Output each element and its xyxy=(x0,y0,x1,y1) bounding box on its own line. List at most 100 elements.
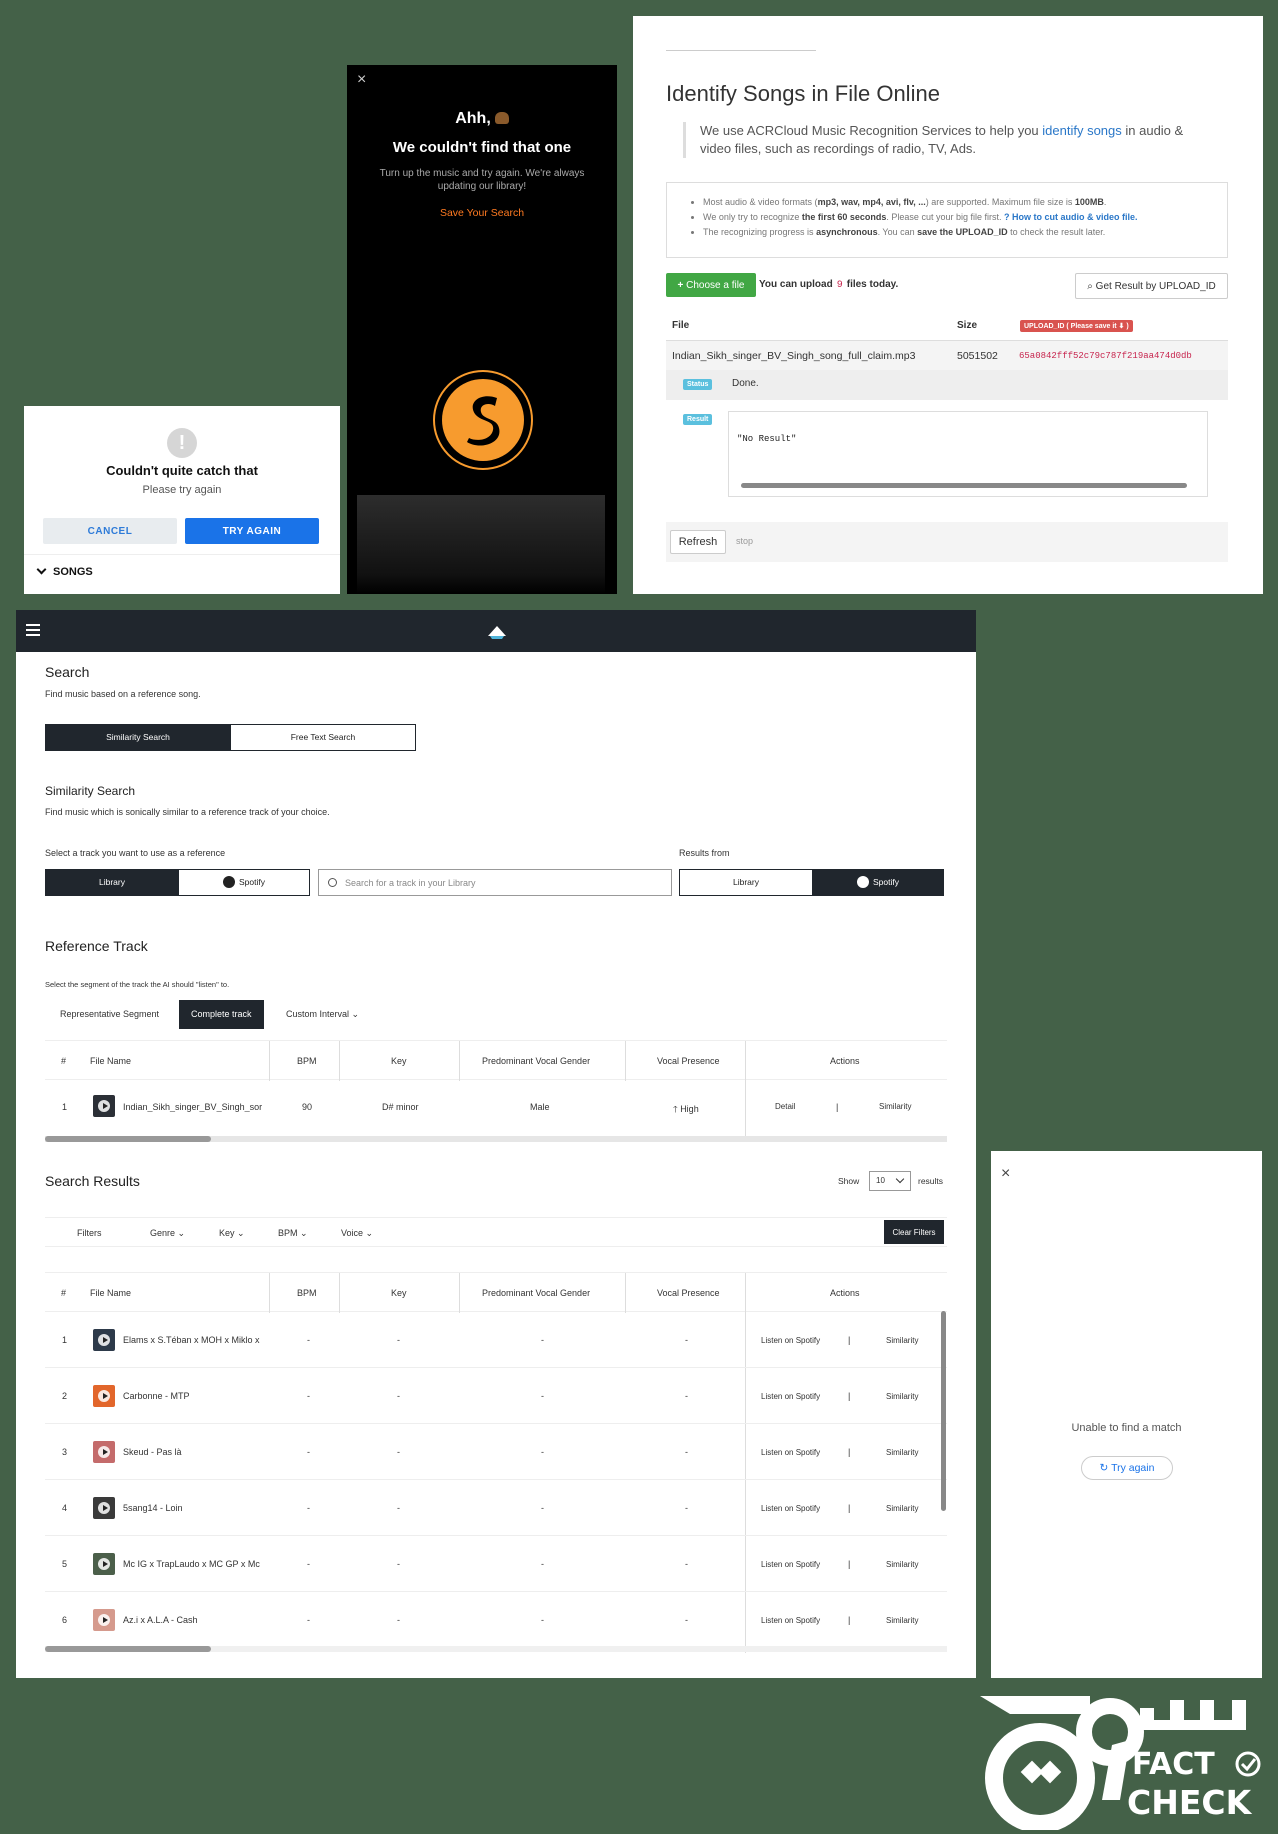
file-name: Indian_Sikh_singer_BV_Singh_song_full_cl… xyxy=(672,350,916,362)
key-filter[interactable]: Key ⌄ xyxy=(219,1228,245,1239)
upload-pre: You can upload xyxy=(759,279,833,290)
tab-similarity-search[interactable]: Similarity Search xyxy=(45,724,231,751)
similarity-link[interactable]: Similarity xyxy=(886,1336,918,1345)
track-thumbnail[interactable] xyxy=(93,1609,115,1631)
bpm-label: BPM xyxy=(278,1228,298,1238)
col-divider xyxy=(269,1041,270,1081)
horizontal-scrollbar[interactable] xyxy=(45,1136,947,1142)
col-divider xyxy=(459,1041,460,1081)
close-icon[interactable]: × xyxy=(1001,1165,1010,1183)
message: Turn up the music and try again. We're a… xyxy=(379,168,585,192)
scroll-thumb[interactable] xyxy=(45,1646,211,1652)
track-bpm: 90 xyxy=(302,1102,313,1112)
horizontal-scrollbar[interactable] xyxy=(45,1646,947,1652)
no-match-title: Couldn't quite catch that xyxy=(106,463,258,478)
horizontal-scrollbar[interactable] xyxy=(741,483,1187,488)
source-spotify-button[interactable]: Spotify xyxy=(178,869,310,896)
upload-post: files today. xyxy=(846,279,899,290)
detail-link[interactable]: Detail xyxy=(775,1102,795,1111)
bpm-filter[interactable]: BPM ⌄ xyxy=(278,1228,308,1239)
soundhound-listen-button[interactable] xyxy=(433,370,533,470)
similarity-link[interactable]: Similarity xyxy=(886,1448,918,1457)
tab-representative-segment[interactable]: Representative Segment xyxy=(48,1000,171,1029)
check-text: CHECK xyxy=(1127,1783,1253,1822)
track-vocal-presence: - xyxy=(685,1615,688,1625)
headline: We couldn't find that one xyxy=(392,139,572,156)
col-vocal-presence: Vocal Presence xyxy=(657,1056,720,1066)
listen-on-spotify-link[interactable]: Listen on Spotify xyxy=(761,1392,820,1401)
get-result-button[interactable]: ⌕ Get Result by UPLOAD_ID xyxy=(1075,273,1228,299)
shazam-no-match-card: × Unable to find a match ↻ Try again xyxy=(991,1151,1262,1678)
track-bpm: - xyxy=(307,1335,310,1345)
track-thumbnail[interactable] xyxy=(93,1497,115,1519)
track-thumbnail[interactable] xyxy=(93,1385,115,1407)
track-thumbnail[interactable] xyxy=(93,1095,115,1117)
note-formats: Most audio & video formats (mp3, wav, mp… xyxy=(703,195,1207,210)
songs-section-toggle[interactable]: SONGS xyxy=(36,564,93,578)
listen-on-spotify-link[interactable]: Listen on Spotify xyxy=(761,1560,820,1569)
search-results-heading: Search Results xyxy=(45,1173,140,1189)
how-to-cut-link[interactable]: How to cut audio & video file. xyxy=(1012,212,1138,222)
results-table: # File Name BPM Key Predominant Vocal Ge… xyxy=(45,1272,947,1653)
tab-free-text-search[interactable]: Free Text Search xyxy=(230,724,416,751)
tab-custom-interval[interactable]: Custom Interval ⌄ xyxy=(274,1000,371,1029)
genre-filter[interactable]: Genre ⌄ xyxy=(150,1228,185,1239)
voice-filter[interactable]: Voice ⌄ xyxy=(341,1228,373,1239)
tab-complete-track[interactable]: Complete track xyxy=(179,1000,264,1029)
stop-link[interactable]: stop xyxy=(736,536,753,546)
note3-mid: . You can xyxy=(877,227,918,237)
fact-text: FACT xyxy=(1132,1747,1215,1782)
track-title: 5sang14 - Loin xyxy=(123,1503,183,1513)
identify-songs-link[interactable]: identify songs xyxy=(1042,123,1122,138)
search-heading: Search xyxy=(45,664,90,680)
cancel-button[interactable]: CANCEL xyxy=(43,518,177,544)
listen-on-spotify-link[interactable]: Listen on Spotify xyxy=(761,1504,820,1513)
similarity-link[interactable]: Similarity xyxy=(886,1616,918,1625)
similarity-link[interactable]: Similarity xyxy=(886,1392,918,1401)
track-thumbnail[interactable] xyxy=(93,1329,115,1351)
no-match-text: Unable to find a match xyxy=(1071,1422,1182,1434)
results-library-button[interactable]: Library xyxy=(679,869,813,896)
results-spotify-button[interactable]: Spotify xyxy=(812,869,944,896)
track-thumbnail[interactable] xyxy=(93,1441,115,1463)
track-vocal-gender: - xyxy=(541,1559,544,1569)
note2-pre: We only try to recognize xyxy=(703,212,802,222)
listen-on-spotify-link[interactable]: Listen on Spotify xyxy=(761,1616,820,1625)
filters-label: Filters xyxy=(77,1228,102,1238)
track-thumbnail[interactable] xyxy=(93,1553,115,1575)
note1-pre: Most audio & video formats ( xyxy=(703,197,818,207)
free-text-search-label: Free Text Search xyxy=(290,732,356,742)
similarity-link[interactable]: Similarity xyxy=(879,1102,911,1111)
presence-value: High xyxy=(680,1104,699,1114)
note3-bold: asynchronous xyxy=(816,227,878,237)
listen-on-spotify-link[interactable]: Listen on Spotify xyxy=(761,1448,820,1457)
refresh-button[interactable]: Refresh xyxy=(670,530,726,554)
col-num: # xyxy=(61,1288,67,1298)
page-size-select[interactable]: 10 xyxy=(869,1171,911,1191)
try-again-button[interactable]: ↻ Try again xyxy=(1081,1456,1173,1480)
try-again-button[interactable]: TRY AGAIN xyxy=(185,518,319,544)
menu-icon[interactable] xyxy=(26,624,40,636)
track-vocal-presence: - xyxy=(685,1447,688,1457)
chevron-down-icon: ⌄ xyxy=(351,1009,360,1019)
choose-file-button[interactable]: + Choose a file xyxy=(666,273,756,297)
col-file-name: File Name xyxy=(90,1288,132,1298)
col-key: Key xyxy=(391,1056,407,1066)
listen-on-spotify-link[interactable]: Listen on Spotify xyxy=(761,1336,820,1345)
source-library-button[interactable]: Library xyxy=(45,869,179,896)
save-search-link[interactable]: Save Your Search xyxy=(347,207,617,219)
track-vocal-gender: - xyxy=(541,1447,544,1457)
vertical-scrollbar[interactable] xyxy=(941,1311,946,1511)
similarity-link[interactable]: Similarity xyxy=(886,1560,918,1569)
get-result-label: Get Result by UPLOAD_ID xyxy=(1095,280,1216,292)
key-label: Key xyxy=(219,1228,235,1238)
similarity-link[interactable]: Similarity xyxy=(886,1504,918,1513)
col-divider xyxy=(269,1273,270,1313)
genre-label: Genre xyxy=(150,1228,176,1238)
track-search-input[interactable]: Search for a track in your Library xyxy=(318,869,672,896)
clear-filters-button[interactable]: Clear Filters xyxy=(884,1220,944,1244)
scroll-thumb[interactable] xyxy=(45,1136,211,1142)
close-icon[interactable]: × xyxy=(357,71,366,89)
row-num: 1 xyxy=(62,1102,68,1112)
track-key: D# minor xyxy=(382,1102,419,1112)
